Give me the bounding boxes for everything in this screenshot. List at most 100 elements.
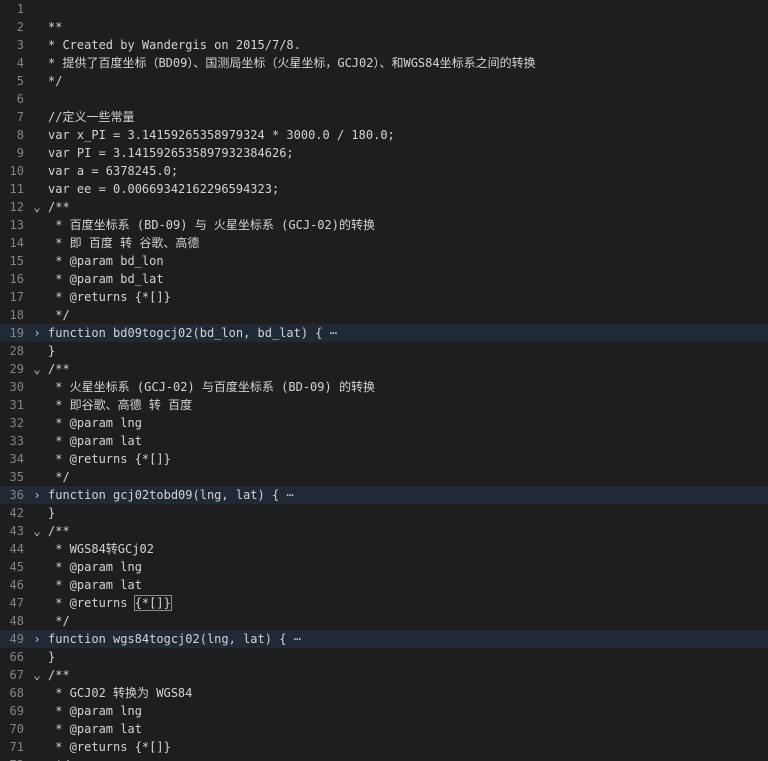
code-text[interactable]: * GCJ02 转换为 WGS84 (48, 684, 768, 702)
code-text[interactable]: * @param lng (48, 414, 768, 432)
code-line[interactable]: 68 * GCJ02 转换为 WGS84 (0, 684, 768, 702)
code-text[interactable]: * @returns {*[]} (48, 288, 768, 306)
code-text[interactable]: */ (48, 612, 768, 630)
code-line[interactable]: 66} (0, 648, 768, 666)
code-line[interactable]: 4 * 提供了百度坐标（BD09）、国测局坐标（火星坐标，GCJ02）、和WGS8… (0, 54, 768, 72)
code-text[interactable]: var PI = 3.1415926535897932384626; (48, 144, 768, 162)
code-line[interactable]: 10 var a = 6378245.0; (0, 162, 768, 180)
code-line[interactable]: 69 * @param lng (0, 702, 768, 720)
code-line[interactable]: 46 * @param lat (0, 576, 768, 594)
code-text[interactable]: * WGS84转GCj02 (48, 540, 768, 558)
code-text[interactable]: * 百度坐标系 (BD-09) 与 火星坐标系 (GCJ-02)的转换 (48, 216, 768, 234)
code-text-content: //定义一些常量 (48, 110, 135, 124)
code-line[interactable]: 8 var x_PI = 3.14159265358979324 * 3000.0… (0, 126, 768, 144)
code-line[interactable]: 30 * 火星坐标系 (GCJ-02) 与百度坐标系 (BD-09) 的转换 (0, 378, 768, 396)
code-line[interactable]: 15 * @param bd_lon (0, 252, 768, 270)
code-line[interactable]: 71 * @returns {*[]} (0, 738, 768, 756)
code-line[interactable]: 7 //定义一些常量 (0, 108, 768, 126)
code-text[interactable]: */ (48, 306, 768, 324)
code-line[interactable]: 47 * @returns {*[]} (0, 594, 768, 612)
code-line[interactable]: 9 var PI = 3.1415926535897932384626; (0, 144, 768, 162)
code-text[interactable]: /** (48, 522, 768, 540)
code-line[interactable]: 6 (0, 90, 768, 108)
code-text[interactable]: * @param lat (48, 576, 768, 594)
code-line[interactable]: 34 * @returns {*[]} (0, 450, 768, 468)
code-text[interactable]: */ (48, 72, 768, 90)
code-text[interactable]: * @param lng (48, 702, 768, 720)
code-text[interactable]: * @returns {*[]} (48, 594, 768, 612)
code-text[interactable]: } (48, 648, 768, 666)
code-text[interactable]: function gcj02tobd09(lng, lat) { ⋯ (48, 486, 768, 504)
code-text[interactable]: function bd09togcj02(bd_lon, bd_lat) { ⋯ (48, 324, 768, 342)
code-line[interactable]: 35 */ (0, 468, 768, 486)
code-text[interactable]: * 即 百度 转 谷歌、高德 (48, 234, 768, 252)
code-text[interactable]: } (48, 504, 768, 522)
code-line[interactable]: 42} (0, 504, 768, 522)
code-text[interactable]: */ (48, 756, 768, 761)
code-text[interactable]: * 即谷歌、高德 转 百度 (48, 396, 768, 414)
code-line[interactable]: 2 ** (0, 18, 768, 36)
code-text[interactable]: /** (48, 198, 768, 216)
code-line[interactable]: 11 var ee = 0.00669342162296594323; (0, 180, 768, 198)
code-text[interactable]: var x_PI = 3.14159265358979324 * 3000.0 … (48, 126, 768, 144)
code-text-content: * @returns {*[]} (48, 290, 171, 304)
code-line[interactable]: 29 ⌄ /** (0, 360, 768, 378)
line-number: 13 (9, 218, 24, 232)
code-text[interactable]: var a = 6378245.0; (48, 162, 768, 180)
code-line[interactable]: 48 */ (0, 612, 768, 630)
code-line[interactable]: 44 * WGS84转GCj02 (0, 540, 768, 558)
code-text[interactable]: //定义一些常量 (48, 108, 768, 126)
code-text[interactable]: * 提供了百度坐标（BD09）、国测局坐标（火星坐标，GCJ02）、和WGS84… (48, 54, 768, 72)
line-number: 9 (16, 146, 24, 160)
code-line[interactable]: 33 * @param lat (0, 432, 768, 450)
code-line[interactable]: 72 */ (0, 756, 768, 761)
code-text[interactable]: * @returns {*[]} (48, 738, 768, 756)
fold-collapse-chevron-icon[interactable]: ⌄ (31, 522, 43, 540)
fold-expand-chevron-icon[interactable]: › (31, 486, 43, 504)
fold-collapse-chevron-icon[interactable]: ⌄ (31, 198, 43, 216)
code-text[interactable]: /** (48, 666, 768, 684)
code-line[interactable]: 19 › function bd09togcj02(bd_lon, bd_lat) … (0, 324, 768, 342)
code-line[interactable]: 67 ⌄ /** (0, 666, 768, 684)
folded-region-ellipsis-icon[interactable]: ⋯ (330, 326, 337, 340)
code-text[interactable]: function wgs84togcj02(lng, lat) { ⋯ (48, 630, 768, 648)
code-line[interactable]: 1 (0, 0, 768, 18)
code-editor[interactable]: 1 2 ** 3 * Created by Wandergis on 2015/7/8.… (0, 0, 768, 761)
code-text[interactable]: /** (48, 360, 768, 378)
fold-collapse-chevron-icon[interactable]: ⌄ (31, 360, 43, 378)
code-line[interactable]: 70 * @param lat (0, 720, 768, 738)
folded-region-ellipsis-icon[interactable]: ⋯ (286, 488, 293, 502)
code-line[interactable]: 17 * @returns {*[]} (0, 288, 768, 306)
code-line[interactable]: 13 * 百度坐标系 (BD-09) 与 火星坐标系 (GCJ-02)的转换 (0, 216, 768, 234)
code-text[interactable]: * @param bd_lat (48, 270, 768, 288)
code-text[interactable]: ** (48, 18, 768, 36)
bracket-match-highlight: {*[]} (133, 595, 172, 611)
code-line[interactable]: 14 * 即 百度 转 谷歌、高德 (0, 234, 768, 252)
code-text[interactable]: * 火星坐标系 (GCJ-02) 与百度坐标系 (BD-09) 的转换 (48, 378, 768, 396)
code-line[interactable]: 16 * @param bd_lat (0, 270, 768, 288)
code-text[interactable]: * Created by Wandergis on 2015/7/8. (48, 36, 768, 54)
fold-expand-chevron-icon[interactable]: › (31, 630, 43, 648)
code-line[interactable]: 18 */ (0, 306, 768, 324)
code-line[interactable]: 36 › function gcj02tobd09(lng, lat) { ⋯ (0, 486, 768, 504)
code-line[interactable]: 28} (0, 342, 768, 360)
code-line[interactable]: 49 › function wgs84togcj02(lng, lat) { ⋯ (0, 630, 768, 648)
code-line[interactable]: 31 * 即谷歌、高德 转 百度 (0, 396, 768, 414)
code-text[interactable]: * @param lng (48, 558, 768, 576)
code-text[interactable]: * @param lat (48, 720, 768, 738)
folded-region-ellipsis-icon[interactable]: ⋯ (294, 632, 301, 646)
code-line[interactable]: 43 ⌄ /** (0, 522, 768, 540)
code-line[interactable]: 32 * @param lng (0, 414, 768, 432)
code-text[interactable]: * @param lat (48, 432, 768, 450)
fold-collapse-chevron-icon[interactable]: ⌄ (31, 666, 43, 684)
code-text[interactable]: * @param bd_lon (48, 252, 768, 270)
code-line[interactable]: 5 */ (0, 72, 768, 90)
code-text[interactable]: */ (48, 468, 768, 486)
code-text[interactable]: var ee = 0.00669342162296594323; (48, 180, 768, 198)
code-line[interactable]: 3 * Created by Wandergis on 2015/7/8. (0, 36, 768, 54)
fold-expand-chevron-icon[interactable]: › (31, 324, 43, 342)
code-line[interactable]: 45 * @param lng (0, 558, 768, 576)
code-line[interactable]: 12 ⌄ /** (0, 198, 768, 216)
code-text[interactable]: * @returns {*[]} (48, 450, 768, 468)
code-text[interactable]: } (48, 342, 768, 360)
